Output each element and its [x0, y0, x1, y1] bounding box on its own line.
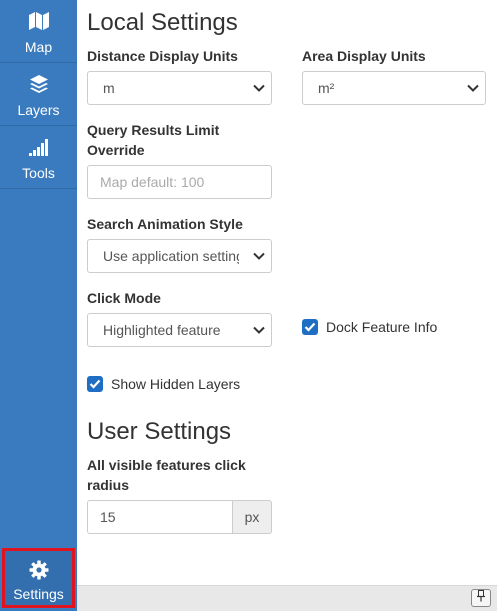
sidebar-item-label: Settings: [13, 586, 64, 602]
click-mode-select[interactable]: Highlighted feature: [87, 313, 272, 347]
sidebar-item-settings[interactable]: Settings: [2, 548, 75, 608]
dock-feature-info-checkbox[interactable]: Dock Feature Info: [302, 317, 437, 337]
chevron-down-icon: [253, 72, 265, 104]
checkmark-icon: [302, 319, 318, 335]
dock-feature-info-label: Dock Feature Info: [326, 319, 438, 335]
sidebar-item-layers[interactable]: Layers: [0, 63, 77, 126]
show-hidden-layers-checkbox[interactable]: Show Hidden Layers: [87, 374, 240, 394]
search-animation-select[interactable]: Use application setting: [87, 239, 272, 273]
click-mode-value: Highlighted feature: [103, 322, 221, 338]
map-icon: [0, 10, 77, 32]
user-settings-heading: User Settings: [87, 418, 232, 445]
pin-button[interactable]: [471, 589, 491, 607]
area-units-value: m²: [318, 80, 335, 96]
query-limit-input[interactable]: [87, 165, 272, 199]
click-radius-label: All visible features click radius: [87, 457, 246, 493]
show-hidden-layers-label: Show Hidden Layers: [111, 376, 241, 392]
chevron-down-icon: [467, 72, 479, 104]
pin-icon: [476, 589, 486, 607]
distance-units-label: Distance Display Units: [87, 48, 238, 64]
sidebar: Map Layers Tools Settings: [0, 0, 77, 611]
distance-units-select[interactable]: m: [87, 71, 272, 105]
distance-units-value: m: [103, 80, 115, 96]
click-mode-label: Click Mode: [87, 290, 161, 306]
signal-bars-icon: [0, 136, 77, 158]
search-animation-value: Use application setting: [103, 248, 239, 264]
chevron-down-icon: [253, 240, 265, 272]
query-limit-label: Query Results Limit Override: [87, 122, 220, 158]
checkmark-icon: [87, 376, 103, 392]
sidebar-item-label: Map: [24, 39, 53, 55]
sidebar-item-map[interactable]: Map: [0, 0, 77, 63]
sidebar-item-label: Layers: [17, 102, 60, 118]
sidebar-item-tools[interactable]: Tools: [0, 126, 77, 189]
click-radius-unit: px: [233, 500, 272, 534]
click-radius-input[interactable]: [87, 500, 233, 534]
bottom-bar: [77, 585, 497, 611]
area-units-label: Area Display Units: [302, 48, 426, 64]
gear-icon: [5, 559, 72, 581]
search-animation-label: Search Animation Style: [87, 216, 243, 232]
local-settings-heading: Local Settings: [87, 9, 238, 36]
settings-panel: Local Settings Distance Display Units m …: [77, 0, 497, 585]
layers-icon: [0, 73, 77, 95]
chevron-down-icon: [253, 314, 265, 346]
area-units-select[interactable]: m²: [302, 71, 486, 105]
sidebar-item-label: Tools: [22, 165, 55, 181]
